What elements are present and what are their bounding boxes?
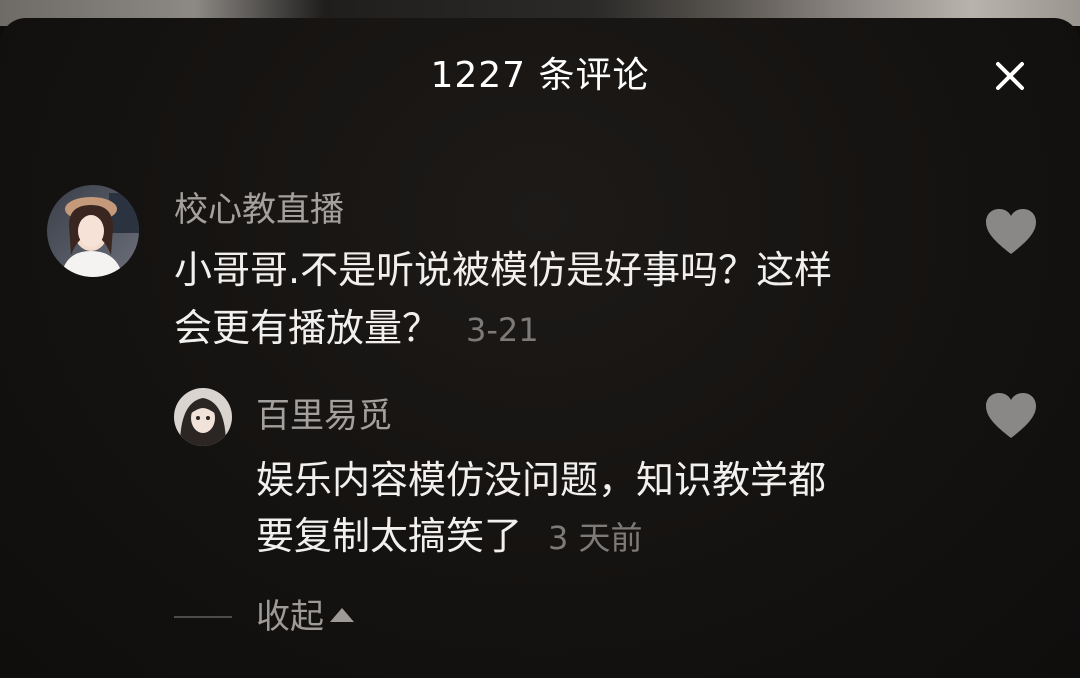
reply-username[interactable]: 百里易觅 (256, 394, 392, 438)
close-icon[interactable] (988, 54, 1032, 98)
comment-text-line-1: 小哥哥.不是听说被模仿是好事吗？这样 (174, 248, 833, 292)
heart-icon[interactable] (984, 208, 1038, 256)
reply-text-line-2-content: 要复制太搞笑了 (256, 514, 523, 558)
reply-text-line-1: 娱乐内容模仿没问题，知识教学都 (256, 458, 827, 502)
reply-avatar[interactable] (174, 388, 232, 446)
caret-up-icon (330, 608, 354, 622)
comments-panel (0, 18, 1080, 678)
comment-text-line-2-content: 会更有播放量？ (174, 306, 441, 350)
collapse-replies-button[interactable]: 收起 (174, 592, 354, 642)
reply-text-line-2: 要复制太搞笑了 3 天前 (256, 508, 643, 566)
collapse-divider (174, 616, 232, 618)
avatar[interactable] (47, 185, 139, 277)
collapse-label: 收起 (256, 597, 324, 637)
comment-timestamp: 3-21 (466, 311, 539, 349)
comment-text-line-2: 会更有播放量？ 3-21 (174, 300, 539, 358)
comment-count-title: 1227 条评论 (430, 55, 650, 96)
heart-icon[interactable] (984, 392, 1038, 440)
comment-username[interactable]: 校心教直播 (174, 188, 344, 232)
reply-timestamp: 3 天前 (548, 519, 643, 557)
